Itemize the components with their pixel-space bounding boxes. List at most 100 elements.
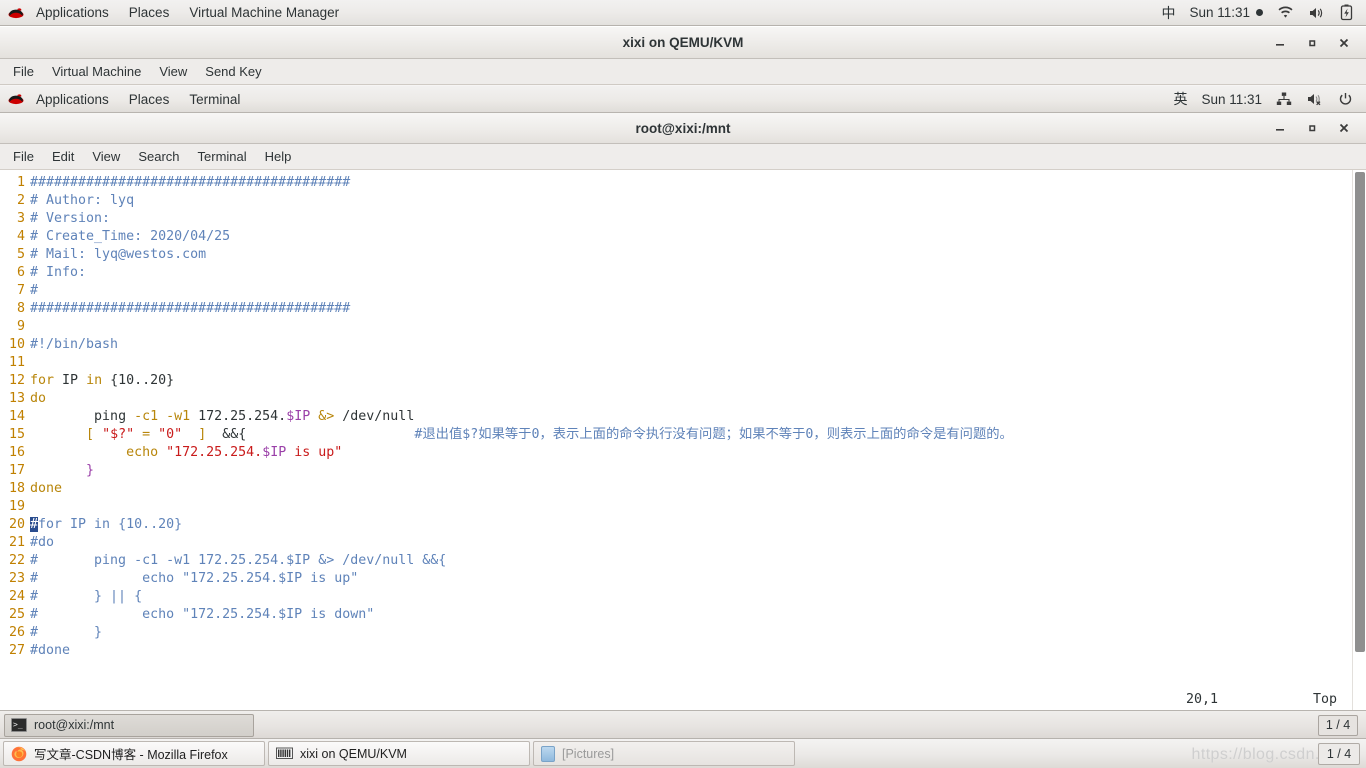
vim-line-content: # echo "172.25.254.$IP is up" [30,570,358,588]
vm-menu-view[interactable]: View [150,60,196,84]
host-menu-virtual-machine-manager[interactable]: Virtual Machine Manager [179,0,349,26]
vm-menu-file[interactable]: File [4,60,43,84]
wifi-icon[interactable] [1270,0,1301,26]
power-icon[interactable] [1331,86,1360,112]
terminal-menu-view[interactable]: View [83,145,129,169]
vim-token: {10..20} [102,373,175,388]
guest-desktop: Applications Places Terminal 英 Sun 11:31 [0,86,1366,739]
vim-token: done [30,481,63,496]
vim-line-number: 13 [8,391,25,406]
vim-token: # Create_Time: 2020/04/25 [30,229,231,244]
terminal-minimize-button[interactable] [1264,114,1296,142]
vim-line: 8 #######################################… [0,300,1350,318]
host-ime-indicator[interactable]: 中 [1154,0,1182,26]
vim-line-number: 22 [8,553,25,568]
terminal-menu-file[interactable]: File [4,145,43,169]
vim-token: #do [30,535,55,550]
vim-cursor: # [30,517,39,532]
vim-line-number: 9 [16,319,25,334]
vim-token: for IP in {10..20} [38,517,183,532]
guest-redhat-logo-icon[interactable] [6,89,26,109]
guest-clock[interactable]: Sun 11:31 [1194,86,1269,112]
vim-token: [ [86,427,95,442]
vim-line-number: 25 [8,607,25,622]
vim-line-number: 23 [8,571,25,586]
guest-workspace-indicator[interactable]: 1 / 4 [1318,714,1358,736]
terminal-scrollbar-thumb[interactable] [1355,172,1365,652]
vim-line-number: 4 [16,229,25,244]
host-workspace-indicator[interactable]: 1 / 4 [1318,743,1360,765]
guest-taskbar-item-terminal[interactable]: >_ root@xixi:/mnt [4,713,254,737]
host-taskbar-item-vm[interactable]: xixi on QEMU/KVM [268,741,530,766]
terminal-menu-edit[interactable]: Edit [43,145,83,169]
host-menu-applications[interactable]: Applications [26,0,119,26]
host-clock[interactable]: Sun 11:31 [1182,0,1270,26]
terminal-menu-terminal[interactable]: Terminal [189,145,256,169]
terminal-titlebar[interactable]: root@xixi:/mnt [0,113,1366,144]
terminal-window-controls [1264,114,1366,142]
vim-line-number: 1 [16,175,25,190]
vim-editor-buffer[interactable]: 1 #######################################… [0,170,1366,710]
terminal-close-button[interactable] [1328,114,1360,142]
terminal-menu-search[interactable]: Search [129,145,188,169]
network-icon[interactable] [1269,86,1299,112]
terminal-scrollbar[interactable] [1352,170,1366,710]
host-top-panel: Applications Places Virtual Machine Mana… [0,0,1366,26]
guest-menu-terminal[interactable]: Terminal [179,86,250,113]
vim-line-number: 16 [8,445,25,460]
host-taskbar-item-pictures[interactable]: [Pictures] [533,741,795,766]
vim-line-content: #do [30,534,54,552]
vim-line: 3 # Version: [0,210,1350,228]
virt-manager-window: xixi on QEMU/KVM File Virtual Machine Vi… [0,26,1366,739]
vim-token [150,427,158,442]
vim-line-content: # } [30,624,102,642]
vim-line-content: # Author: lyq [30,192,134,210]
vim-token: # echo "172.25.254.$IP is up" [30,571,359,586]
vm-menu-virtual-machine[interactable]: Virtual Machine [43,60,150,84]
vim-token [30,427,86,442]
host-menu-places[interactable]: Places [119,0,180,26]
vim-cursor-position: 20,1 [1186,692,1219,707]
volume-icon[interactable] [1301,0,1333,26]
redhat-logo-icon[interactable] [6,3,26,23]
vim-token [30,445,126,460]
vim-line-number: 27 [8,643,25,658]
terminal-menu-help[interactable]: Help [256,145,301,169]
vim-token: ping [94,409,135,424]
vim-line-content: #done [30,642,70,660]
vim-line: 15 [ "$?" = "0" ] &&{ #退出值$?如果等于0，表示上面的命… [0,426,1350,444]
terminal-window-title: root@xixi:/mnt [635,120,731,136]
vm-icon [276,747,293,760]
guest-ime-indicator[interactable]: 英 [1166,86,1194,112]
volume-muted-icon[interactable] [1299,86,1331,112]
vm-minimize-button[interactable] [1264,29,1296,57]
vim-token: echo [126,445,159,460]
vm-window-title: xixi on QEMU/KVM [622,35,744,50]
vim-line-number: 19 [8,499,25,514]
guest-tray: 英 Sun 11:31 [1166,86,1366,112]
vim-line-number: 15 [8,427,25,442]
vm-maximize-button[interactable] [1296,29,1328,57]
vim-line: 5 # Mail: lyq@westos.com [0,246,1350,264]
vm-window-titlebar[interactable]: xixi on QEMU/KVM [0,27,1366,59]
terminal-maximize-button[interactable] [1296,114,1328,142]
vim-token: #!/bin/bash [30,337,119,352]
vim-line-content: for IP in {10..20} [30,372,174,390]
vim-line-number: 24 [8,589,25,604]
vim-line: 12 for IP in {10..20} [0,372,1350,390]
vm-menu-send-key[interactable]: Send Key [196,60,270,84]
vm-close-button[interactable] [1328,29,1360,57]
vim-line: 21 #do [0,534,1350,552]
guest-menu-places[interactable]: Places [119,86,180,113]
battery-icon[interactable] [1333,0,1360,26]
vim-token: $IP [262,445,287,460]
record-dot-icon [1256,9,1263,16]
vim-line-content: ######################################## [30,300,350,318]
host-taskbar-item-firefox[interactable]: 写文章-CSDN博客 - Mozilla Firefox [3,741,265,766]
vim-line: 17 } [0,462,1350,480]
guest-menu-applications[interactable]: Applications [26,86,119,113]
vim-line-content: # echo "172.25.254.$IP is down" [30,606,374,624]
vim-line: 18 done [0,480,1350,498]
vim-line-content: # ping -c1 -w1 172.25.254.$IP &> /dev/nu… [30,552,446,570]
vim-line-number: 12 [8,373,25,388]
